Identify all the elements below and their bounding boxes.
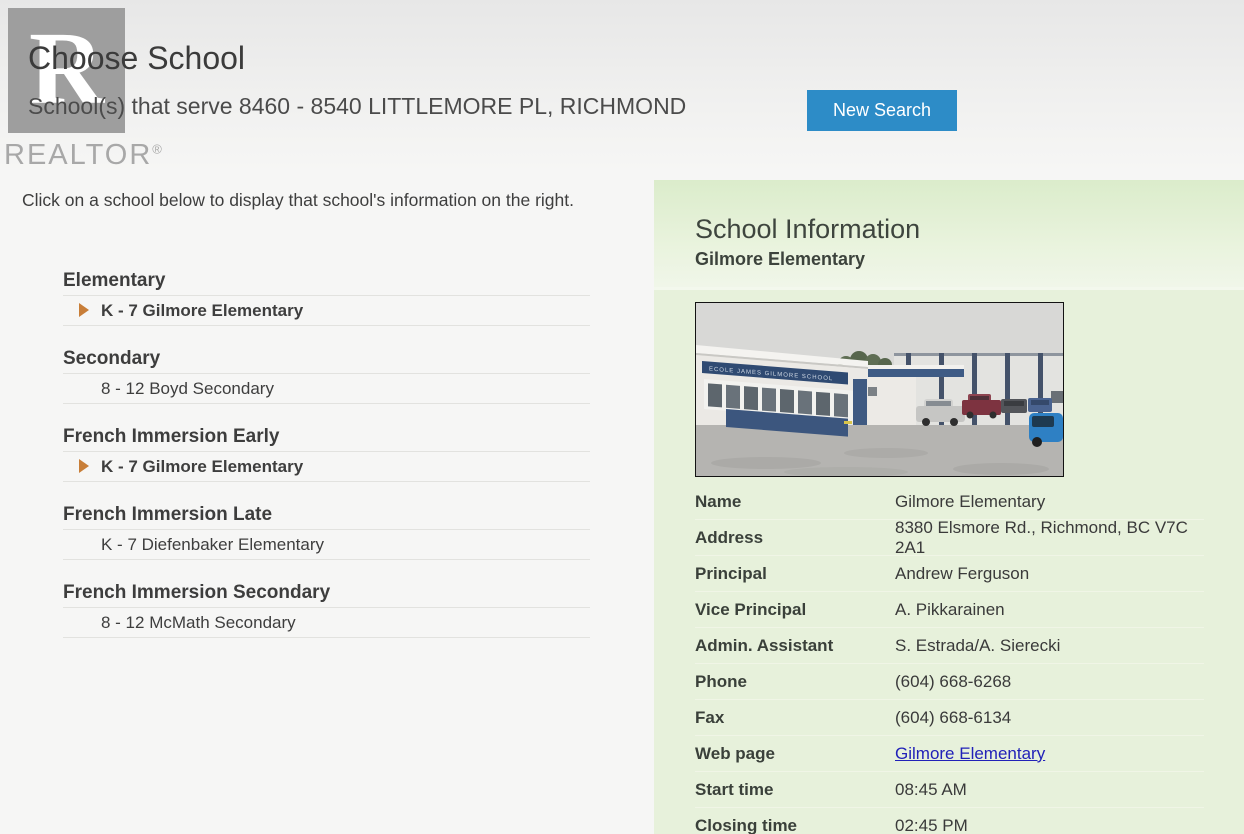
info-row-label: Principal [695,564,895,584]
realtor-wordmark-text: REALTOR [4,139,152,171]
realtor-wordmark: REALTOR® [4,139,164,172]
info-row: Name Gilmore Elementary [695,484,1204,520]
info-row: Address 8380 Elsmore Rd., Richmond, BC V… [695,520,1204,556]
school-link-label: K - 7 Diefenbaker Elementary [101,535,324,554]
info-row-value: Andrew Ferguson [895,564,1029,584]
info-row-label: Address [695,528,895,548]
info-row-label: Phone [695,672,895,692]
info-row-label: Web page [695,744,895,764]
school-group-heading: Elementary [63,270,590,296]
panel-title: School Information [695,214,1244,245]
school-link[interactable]: K - 7 Gilmore Elementary [63,296,590,326]
info-row-value: Gilmore Elementary [895,744,1045,764]
info-row-value: A. Pikkarainen [895,600,1005,620]
school-group: French Immersion Late K - 7 Diefenbaker … [63,504,590,560]
info-row-value: (604) 668-6134 [895,708,1011,728]
info-row-label: Admin. Assistant [695,636,895,656]
info-row-value: (604) 668-6268 [895,672,1011,692]
school-link-label: 8 - 12 McMath Secondary [101,613,296,632]
info-row-label: Start time [695,780,895,800]
realtor-logo: R REALTOR® [8,8,164,172]
car-navy [1028,398,1052,412]
info-row-value: 8380 Elsmore Rd., Richmond, BC V7C 2A1 [895,518,1204,558]
school-link-label: K - 7 Gilmore Elementary [101,457,303,476]
page-title: Choose School [28,40,245,77]
info-row-label: Closing time [695,816,895,834]
header-background [0,0,1244,172]
car-blue [1029,413,1063,447]
instructions-text: Click on a school below to display that … [22,180,590,220]
school-link[interactable]: K - 7 Diefenbaker Elementary [63,530,590,560]
panel-body: ECOLE JAMES GILMORE SCHOOL [654,290,1244,834]
info-row: Closing time 02:45 PM [695,808,1204,834]
info-row-value: S. Estrada/A. Sierecki [895,636,1060,656]
selected-arrow-icon [79,459,89,473]
info-row-label: Name [695,492,895,512]
web-page-link[interactable]: Gilmore Elementary [895,744,1045,763]
info-row: Web page Gilmore Elementary [695,736,1204,772]
info-row: Principal Andrew Ferguson [695,556,1204,592]
info-row-value: 08:45 AM [895,780,967,800]
school-information-panel: School Information Gilmore Elementary [654,180,1244,834]
school-group-heading: French Immersion Secondary [63,582,590,608]
school-group-heading: Secondary [63,348,590,374]
school-photo: ECOLE JAMES GILMORE SCHOOL [695,302,1064,477]
school-info-table: Name Gilmore Elementary Address 8380 Els… [695,484,1204,834]
school-link-label: 8 - 12 Boyd Secondary [101,379,274,398]
info-row-label: Vice Principal [695,600,895,620]
selected-arrow-icon [79,303,89,317]
school-link[interactable]: K - 7 Gilmore Elementary [63,452,590,482]
school-link[interactable]: 8 - 12 McMath Secondary [63,608,590,638]
info-row-value: Gilmore Elementary [895,492,1045,512]
panel-school-name: Gilmore Elementary [695,249,1244,270]
school-link[interactable]: 8 - 12 Boyd Secondary [63,374,590,404]
car-dark [1001,399,1027,413]
page: R REALTOR® Choose School School(s) that … [0,0,1244,834]
school-group: French Immersion Secondary 8 - 12 McMath… [63,582,590,638]
registered-symbol: ® [152,141,164,156]
school-photo-graphic: ECOLE JAMES GILMORE SCHOOL [696,303,1063,476]
panel-header: School Information Gilmore Elementary [654,180,1244,287]
info-row: Vice Principal A. Pikkarainen [695,592,1204,628]
info-row-value: 02:45 PM [895,816,968,834]
school-group-heading: French Immersion Late [63,504,590,530]
info-row: Phone (604) 668-6268 [695,664,1204,700]
school-group: Secondary 8 - 12 Boyd Secondary [63,348,590,404]
school-group: Elementary K - 7 Gilmore Elementary [63,270,590,326]
school-group: French Immersion Early K - 7 Gilmore Ele… [63,426,590,482]
info-row: Admin. Assistant S. Estrada/A. Sierecki [695,628,1204,664]
school-groups: Elementary K - 7 Gilmore Elementary Seco… [63,270,590,660]
info-row: Fax (604) 668-6134 [695,700,1204,736]
school-link-label: K - 7 Gilmore Elementary [101,301,303,320]
new-search-button[interactable]: New Search [807,90,957,131]
school-group-heading: French Immersion Early [63,426,590,452]
page-subtitle: School(s) that serve 8460 - 8540 LITTLEM… [28,93,686,120]
info-row-label: Fax [695,708,895,728]
info-row: Start time 08:45 AM [695,772,1204,808]
